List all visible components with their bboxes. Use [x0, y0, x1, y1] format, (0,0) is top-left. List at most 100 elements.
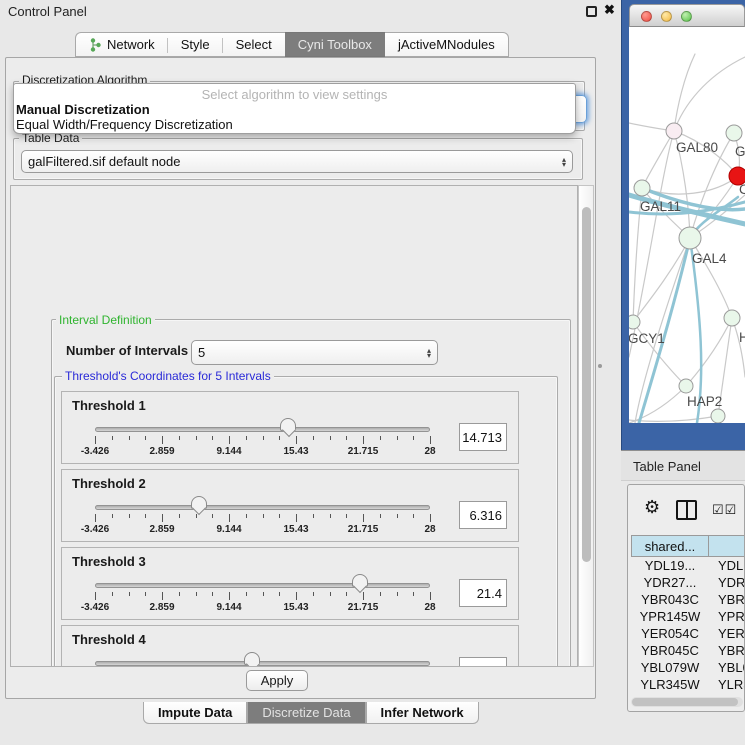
table-cell: YLR345W — [631, 676, 709, 693]
network-node[interactable] — [666, 123, 682, 139]
close-traffic-light-icon[interactable] — [641, 11, 652, 22]
tab-style[interactable]: Style — [168, 32, 223, 57]
checkbox-icons[interactable]: ☑☑ — [712, 502, 737, 518]
table-cell: YBR045C — [631, 642, 709, 659]
network-node[interactable] — [679, 227, 701, 249]
threshold-slider-thumb[interactable] — [244, 652, 260, 665]
threshold-slider-thumb[interactable] — [280, 418, 296, 431]
network-edge — [686, 318, 732, 386]
network-node[interactable] — [679, 379, 693, 393]
network-view-canvas[interactable]: GAL80GACGAL11GAL4GCY1HHAP2 — [629, 27, 745, 423]
table-row[interactable]: YLR345WYLR3... — [631, 676, 745, 693]
panel-vertical-scrollbar[interactable] — [578, 185, 594, 667]
close-icon[interactable]: ✖ — [604, 2, 615, 18]
tab-cyni-toolbox[interactable]: Cyni Toolbox — [285, 32, 385, 57]
table-cell: YBL079W — [631, 659, 709, 676]
table-row[interactable]: YDL19...YDL1... — [631, 557, 745, 574]
table-cell: YDR2... — [709, 574, 745, 591]
table-data-combobox[interactable]: galFiltered.sif default node ▴▾ — [21, 150, 573, 173]
threshold-value-field[interactable] — [459, 579, 507, 607]
threshold-panel-3: Threshold 3-3.4262.8599.14415.4321.71528 — [61, 547, 519, 620]
algorithm-option[interactable]: Equal Width/Frequency Discretization — [14, 117, 575, 132]
table-row[interactable]: YPR145WYPR1... — [631, 608, 745, 625]
network-edge — [642, 176, 738, 194]
threshold-slider-track[interactable] — [95, 505, 430, 510]
tab-network[interactable]: Network — [75, 32, 168, 57]
table-cell: YDL1... — [709, 557, 745, 574]
combo-stepper-icon: ▴▾ — [562, 157, 566, 167]
network-edge — [633, 238, 690, 322]
table-panel-header: Table Panel — [621, 450, 745, 481]
table-panel: ⚙ ☑☑ shared...na... YDL19...YDL1...YDR27… — [627, 484, 745, 712]
slider-tick-labels: -3.4262.8599.14415.4321.71528 — [95, 446, 430, 458]
settings-scroll-viewport: Interval Definition Number of Intervals … — [10, 185, 578, 667]
table-column-header[interactable]: na... — [709, 535, 745, 557]
threshold-slider-thumb[interactable] — [352, 574, 368, 587]
table-cell: YPR145W — [631, 608, 709, 625]
algorithm-option[interactable]: Manual Discretization — [14, 102, 575, 117]
table-row[interactable]: YBL079WYBL0... — [631, 659, 745, 676]
number-of-intervals-value: 5 — [198, 345, 205, 360]
panel-divider-handle[interactable] — [598, 364, 602, 368]
table-row[interactable]: YDR27...YDR2... — [631, 574, 745, 591]
tab-jactivemnodules[interactable]: jActiveMNodules — [385, 32, 509, 57]
threshold-slider-track[interactable] — [95, 661, 430, 666]
tab-impute-data[interactable]: Impute Data — [143, 702, 247, 724]
zoom-traffic-light-icon[interactable] — [681, 11, 692, 22]
cyni-toolbox-panel: Discretization Algorithm Select algorith… — [5, 57, 596, 699]
network-node-label: GAL80 — [676, 140, 718, 155]
network-node[interactable] — [711, 409, 725, 423]
apply-button[interactable]: Apply — [246, 670, 308, 691]
table-cell: YIL0... — [709, 693, 745, 696]
network-node-label: GAL4 — [692, 251, 727, 266]
tab-label: jActiveMNodules — [398, 37, 495, 52]
threshold-slider-track[interactable] — [95, 427, 430, 432]
network-edge — [674, 57, 745, 131]
table-row[interactable]: YER054CYER0... — [631, 625, 745, 642]
threshold-value-field[interactable] — [459, 423, 507, 451]
tab-discretize-data[interactable]: Discretize Data — [247, 702, 365, 724]
table-cell: YDL19... — [631, 557, 709, 574]
threshold-value-field[interactable] — [459, 657, 507, 667]
table-panel-title: Table Panel — [633, 459, 701, 474]
network-node[interactable] — [634, 180, 650, 196]
table-horizontal-scrollbar[interactable] — [631, 697, 743, 707]
algorithm-popup-placeholder: Select algorithm to view settings — [14, 84, 575, 102]
float-window-icon[interactable] — [586, 6, 597, 17]
threshold-slider-track[interactable] — [95, 583, 430, 588]
minimize-traffic-light-icon[interactable] — [661, 11, 672, 22]
split-view-icon[interactable] — [676, 500, 697, 520]
network-node[interactable] — [724, 310, 740, 326]
slider-tick-labels: -3.4262.8599.14415.4321.71528 — [95, 524, 430, 536]
table-column-header[interactable]: shared... — [631, 535, 709, 557]
network-window-titlebar[interactable] — [629, 4, 745, 27]
network-node[interactable] — [726, 125, 742, 141]
table-cell: YDR27... — [631, 574, 709, 591]
slider-ticks — [95, 436, 430, 445]
threshold-panel-1: Threshold 1-3.4262.8599.14415.4321.71528 — [61, 391, 519, 464]
network-node-label: GA — [735, 144, 745, 159]
threshold-panel-4: Threshold 4-3.4262.8599.14415.4321.71528 — [61, 625, 519, 667]
tab-infer-network[interactable]: Infer Network — [366, 702, 479, 724]
threshold-slider-thumb[interactable] — [191, 496, 207, 509]
network-node[interactable] — [629, 315, 640, 329]
gear-icon[interactable]: ⚙ — [644, 497, 660, 518]
slider-ticks — [95, 592, 430, 601]
tab-label: Select — [236, 37, 272, 52]
interval-definition-group-title: Interval Definition — [56, 313, 155, 327]
number-of-intervals-combobox[interactable]: 5 ▴▾ — [191, 340, 438, 365]
apply-button-label: Apply — [261, 673, 294, 688]
control-panel-title: Control Panel — [8, 4, 87, 19]
scrollbar-thumb[interactable] — [582, 207, 591, 562]
threshold-value-field[interactable] — [459, 501, 507, 529]
table-cell: YBR043C — [631, 591, 709, 608]
table-cell: YBR0... — [709, 591, 745, 608]
network-node-label: GAL11 — [640, 199, 681, 214]
scrollbar-thumb[interactable] — [632, 698, 738, 706]
table-row[interactable]: YBR045CYBR0... — [631, 642, 745, 659]
table-row[interactable]: YIL052CYIL0... — [631, 693, 745, 696]
network-node-label: H — [739, 330, 745, 345]
table-row[interactable]: YBR043CYBR0... — [631, 591, 745, 608]
tab-label: Style — [181, 37, 210, 52]
tab-select[interactable]: Select — [223, 32, 285, 57]
